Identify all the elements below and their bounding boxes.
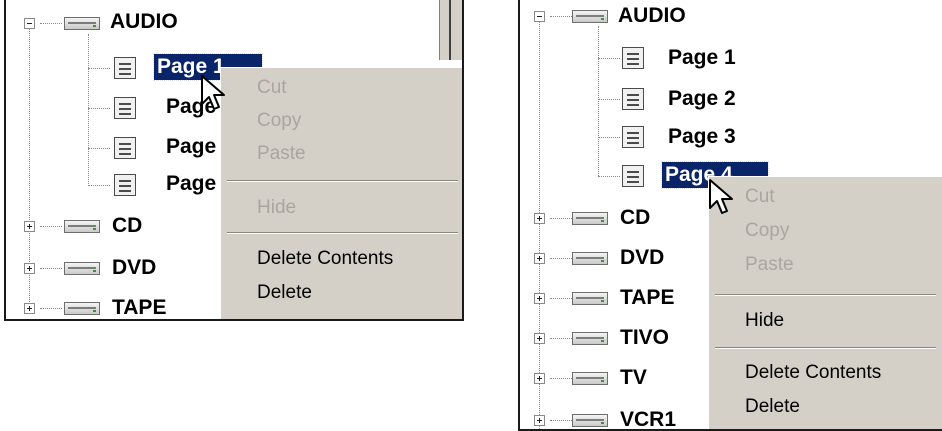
context-menu: Cut Copy Paste Hide Delete Contents Dele… bbox=[708, 176, 942, 429]
page-icon bbox=[114, 137, 136, 159]
device-tree-panel-right: AUDIO Page 1 Page 2 Page 3 Page 4 CD DVD… bbox=[518, 0, 942, 431]
tree-line bbox=[550, 218, 572, 219]
tree-line bbox=[88, 34, 89, 184]
device-icon bbox=[572, 10, 608, 23]
tree-line bbox=[550, 298, 572, 299]
device-icon bbox=[572, 332, 608, 345]
tree-line bbox=[550, 16, 572, 17]
menu-item-paste[interactable]: Paste bbox=[709, 249, 942, 281]
collapse-toggle-icon[interactable] bbox=[24, 18, 35, 29]
tree-line bbox=[40, 308, 62, 309]
tree-line bbox=[40, 23, 62, 24]
device-icon bbox=[64, 262, 100, 275]
page-icon bbox=[114, 97, 136, 119]
menu-item-copy[interactable]: Copy bbox=[221, 105, 462, 137]
menu-item-delete-contents[interactable]: Delete Contents bbox=[709, 357, 942, 389]
device-icon bbox=[64, 17, 100, 30]
tree-line bbox=[598, 58, 620, 59]
scrollbar[interactable] bbox=[439, 0, 462, 60]
menu-item-hide[interactable]: Hide bbox=[709, 305, 942, 337]
tree-node-tape[interactable]: TAPE bbox=[112, 295, 166, 319]
page-icon bbox=[622, 47, 644, 69]
tree-line bbox=[88, 185, 110, 186]
tree-line bbox=[550, 338, 572, 339]
menu-separator bbox=[715, 294, 936, 296]
expand-toggle-icon[interactable] bbox=[24, 221, 35, 232]
tree-line bbox=[598, 137, 620, 138]
tree-node-audio[interactable]: AUDIO bbox=[110, 9, 178, 35]
page-icon bbox=[114, 57, 136, 79]
mouse-pointer-icon bbox=[201, 75, 225, 110]
tree-node-page-4[interactable]: Page bbox=[166, 171, 216, 197]
tree-node-page-3[interactable]: Page bbox=[166, 134, 216, 160]
tree-node-page-3[interactable]: Page 3 bbox=[668, 124, 736, 150]
tree-node-vcr1[interactable]: VCR1 bbox=[620, 407, 676, 429]
context-menu: Cut Copy Paste Hide Delete Contents Dele… bbox=[220, 67, 462, 319]
tree-line bbox=[539, 20, 540, 429]
tree-line bbox=[550, 258, 572, 259]
device-icon bbox=[572, 372, 608, 385]
mouse-pointer-icon bbox=[709, 179, 733, 214]
tree-line bbox=[88, 148, 110, 149]
expand-toggle-icon[interactable] bbox=[24, 303, 35, 314]
tree-line bbox=[40, 226, 62, 227]
menu-item-paste[interactable]: Paste bbox=[221, 138, 462, 170]
tree-node-dvd[interactable]: DVD bbox=[620, 245, 664, 271]
expand-toggle-icon[interactable] bbox=[534, 415, 545, 426]
device-icon bbox=[572, 252, 608, 265]
device-icon bbox=[572, 212, 608, 225]
tree-node-tivo[interactable]: TIVO bbox=[620, 325, 669, 351]
tree-line bbox=[550, 420, 572, 421]
tree-line bbox=[88, 68, 110, 69]
tree-node-page-1[interactable]: Page 1 bbox=[668, 45, 736, 71]
page-icon bbox=[622, 126, 644, 148]
tree-line bbox=[598, 176, 620, 177]
tree-node-tape[interactable]: TAPE bbox=[620, 285, 674, 311]
tree-node-cd[interactable]: CD bbox=[620, 205, 650, 231]
device-icon bbox=[64, 220, 100, 233]
expand-toggle-icon[interactable] bbox=[534, 293, 545, 304]
expand-toggle-icon[interactable] bbox=[534, 333, 545, 344]
page-icon bbox=[622, 165, 644, 187]
menu-separator bbox=[227, 180, 458, 182]
device-icon bbox=[572, 414, 608, 427]
tree-node-page-2[interactable]: Page 2 bbox=[668, 86, 736, 112]
menu-separator bbox=[227, 232, 458, 234]
expand-toggle-icon[interactable] bbox=[534, 253, 545, 264]
tree-node-audio[interactable]: AUDIO bbox=[618, 3, 686, 29]
expand-toggle-icon[interactable] bbox=[24, 263, 35, 274]
menu-item-hide[interactable]: Hide bbox=[221, 192, 462, 224]
menu-separator bbox=[715, 347, 936, 349]
menu-item-cut[interactable]: Cut bbox=[221, 72, 462, 104]
expand-toggle-icon[interactable] bbox=[534, 213, 545, 224]
menu-item-delete[interactable]: Delete bbox=[221, 277, 462, 309]
expand-toggle-icon[interactable] bbox=[534, 373, 545, 384]
device-tree-panel-left: AUDIO Page 1 Page Page Page CD DVD TAPE … bbox=[4, 0, 464, 321]
tree-line bbox=[88, 108, 110, 109]
menu-item-delete[interactable]: Delete bbox=[709, 391, 942, 423]
tree-line bbox=[40, 268, 62, 269]
menu-item-cut[interactable]: Cut bbox=[709, 181, 942, 213]
device-icon bbox=[64, 302, 100, 315]
menu-item-copy[interactable]: Copy bbox=[709, 215, 942, 247]
tree-node-cd[interactable]: CD bbox=[112, 213, 142, 239]
tree-line bbox=[598, 99, 620, 100]
page-icon bbox=[622, 88, 644, 110]
menu-item-delete-contents[interactable]: Delete Contents bbox=[221, 243, 462, 275]
page-icon bbox=[114, 174, 136, 196]
tree-node-dvd[interactable]: DVD bbox=[112, 255, 156, 281]
collapse-toggle-icon[interactable] bbox=[534, 11, 545, 22]
tree-node-tv[interactable]: TV bbox=[620, 365, 647, 391]
tree-line bbox=[550, 378, 572, 379]
tree-line bbox=[598, 26, 599, 176]
device-icon bbox=[572, 292, 608, 305]
